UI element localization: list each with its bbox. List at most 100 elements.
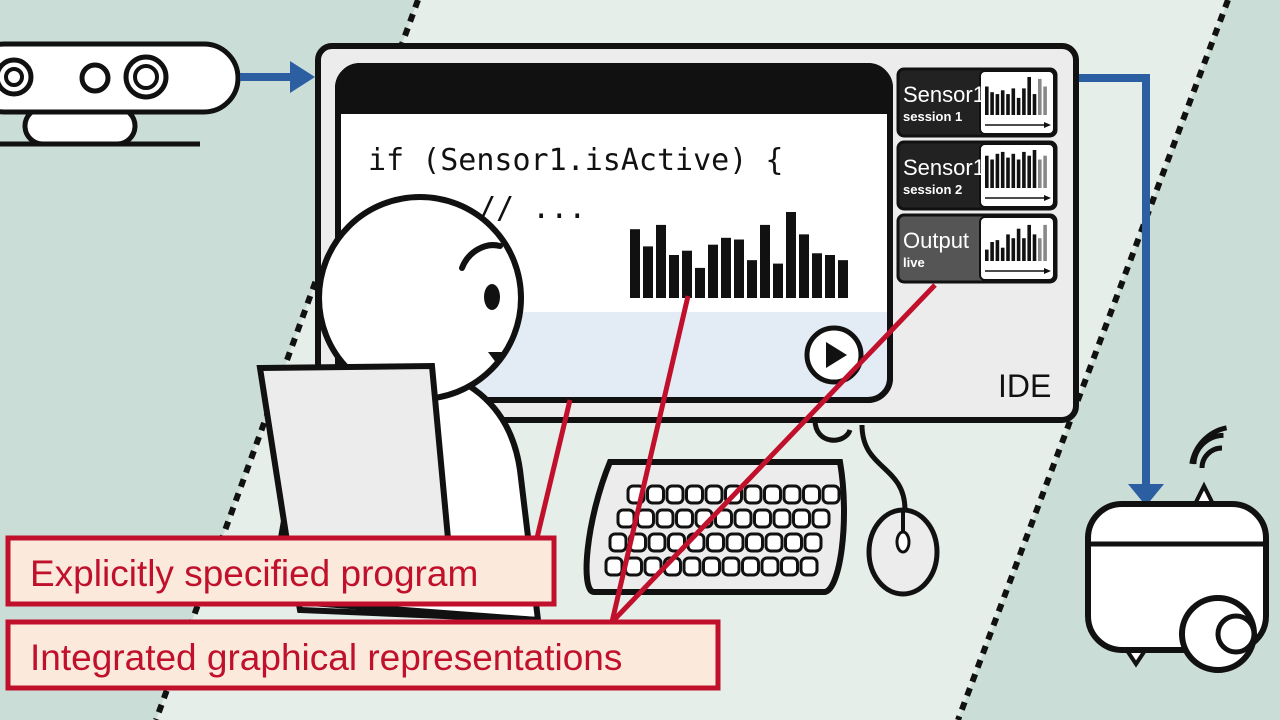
waveform-bar: [747, 260, 757, 298]
waveform-bar: [786, 212, 796, 298]
thumbnail-subtitle: session 1: [903, 109, 962, 124]
robot-icon: [1085, 481, 1269, 673]
keyboard-key[interactable]: [604, 556, 624, 577]
code-line-1: if (Sensor1.isActive) {: [368, 143, 783, 178]
thumbnail-bar: [995, 94, 1000, 115]
callout-explicit-text: Explicitly specified program: [30, 553, 478, 594]
callout-graphical-representations: Integrated graphical representations: [5, 619, 721, 691]
keyboard-key[interactable]: [760, 556, 780, 577]
waveform-bar: [825, 255, 835, 298]
waveform-bar: [838, 260, 848, 298]
thumbnail-bar: [1043, 86, 1047, 115]
thumbnail-bar: [1006, 234, 1010, 261]
keyboard-key[interactable]: [608, 532, 628, 553]
keyboard-key[interactable]: [721, 556, 741, 577]
waveform-bar: [656, 224, 666, 298]
thumbnail-bar: [1000, 247, 1005, 261]
keyboard-key[interactable]: [704, 484, 724, 505]
keyboard-key[interactable]: [811, 508, 831, 529]
thumbnail-bar: [1038, 238, 1042, 261]
keyboard-key[interactable]: [821, 484, 841, 505]
thumbnail-bar: [985, 249, 989, 261]
thumbnail-bar: [1038, 159, 1042, 188]
thumbnail-bar: [1043, 155, 1047, 188]
keyboard-key[interactable]: [685, 484, 704, 505]
eye: [484, 284, 500, 310]
thumbnail-bar: [1032, 234, 1037, 261]
keyboard-key[interactable]: [702, 556, 721, 577]
keyboard-key[interactable]: [655, 508, 675, 529]
thumbnail-bar: [1027, 77, 1031, 115]
keyboard-key[interactable]: [802, 484, 821, 505]
thumbnail-bar: [985, 155, 989, 188]
keyboard-key[interactable]: [741, 556, 760, 577]
thumbnail-bar: [1032, 150, 1037, 188]
thumbnail-1[interactable]: Sensor1 session 1: [896, 67, 1058, 138]
callout-explicit-program: Explicitly specified program: [5, 535, 557, 607]
ide-label: IDE: [998, 368, 1051, 404]
keyboard-key[interactable]: [782, 484, 802, 505]
waveform-bar: [721, 237, 731, 298]
keyboard-key[interactable]: [780, 556, 799, 577]
keyboard-key[interactable]: [706, 532, 725, 553]
waveform-bar: [695, 267, 705, 298]
thumbnail-bar: [990, 92, 994, 115]
keyboard-key[interactable]: [665, 484, 685, 505]
thumbnail-subtitle: live: [903, 255, 925, 270]
keyboard-key[interactable]: [675, 508, 694, 529]
thumbnail-title: Sensor1: [903, 155, 985, 180]
editor-titlebar: [338, 66, 890, 114]
thumbnail-bar: [990, 242, 994, 261]
keyboard-key[interactable]: [616, 508, 636, 529]
mouse-icon[interactable]: [866, 507, 940, 597]
keyboard-key[interactable]: [784, 532, 803, 553]
waveform-bar: [643, 246, 653, 298]
keyboard-key[interactable]: [725, 532, 745, 553]
callout-graphical-text: Integrated graphical representations: [30, 637, 622, 678]
keyboard-key[interactable]: [682, 556, 702, 577]
thumbnail-bar: [1016, 228, 1021, 261]
thumbnail-bar: [1022, 151, 1026, 188]
thumbnail-list: Sensor1 session 1 Sensor1 session 2 Output li…: [896, 67, 1058, 284]
waveform-bar: [773, 263, 783, 298]
thumbnail-bar: [1027, 224, 1031, 261]
thumbnail-bar: [1022, 88, 1026, 115]
thumbnail-title: Output: [903, 228, 969, 253]
thumbnail-bar: [995, 153, 1000, 188]
keyboard-key[interactable]: [743, 484, 763, 505]
thumbnail-bar: [1043, 224, 1047, 261]
waveform-bar: [669, 255, 679, 298]
waveform-bar: [760, 224, 770, 298]
thumbnail-bar: [995, 240, 1000, 261]
thumbnail-bar: [1006, 94, 1010, 115]
keyboard-key[interactable]: [753, 508, 772, 529]
waveform-bar: [682, 250, 692, 298]
keyboard-key[interactable]: [764, 532, 784, 553]
keyboard-key[interactable]: [792, 508, 811, 529]
keyboard-key[interactable]: [733, 508, 753, 529]
thumbnail-bar: [1006, 157, 1010, 188]
keyboard-key[interactable]: [647, 532, 667, 553]
keyboard-key[interactable]: [772, 508, 792, 529]
keyboard-key[interactable]: [763, 484, 782, 505]
keyboard-key[interactable]: [799, 556, 819, 577]
thumbnail-bar: [1000, 90, 1005, 115]
waveform-bar: [630, 229, 640, 298]
keyboard-key[interactable]: [803, 532, 823, 553]
thumbnail-bar: [1027, 155, 1031, 188]
thumbnail-bar: [985, 86, 989, 115]
thumbnail-subtitle: session 2: [903, 182, 962, 197]
thumbnail-2[interactable]: Sensor1 session 2: [896, 140, 1058, 211]
thumbnail-bar: [990, 159, 994, 188]
thumbnail-bar: [1032, 94, 1037, 115]
thumbnail-bar: [1022, 238, 1026, 261]
keyboard-key[interactable]: [646, 484, 665, 505]
waveform-bar: [734, 239, 744, 298]
waveform-bar: [812, 253, 822, 298]
thumbnail-bar: [1011, 238, 1016, 261]
thumbnail-3[interactable]: Output live: [896, 213, 1058, 284]
keyboard-key[interactable]: [745, 532, 764, 553]
thumbnail-bar: [1016, 97, 1021, 115]
thumbnail-bar: [1000, 151, 1005, 188]
thumbnail-title: Sensor1: [903, 82, 985, 107]
